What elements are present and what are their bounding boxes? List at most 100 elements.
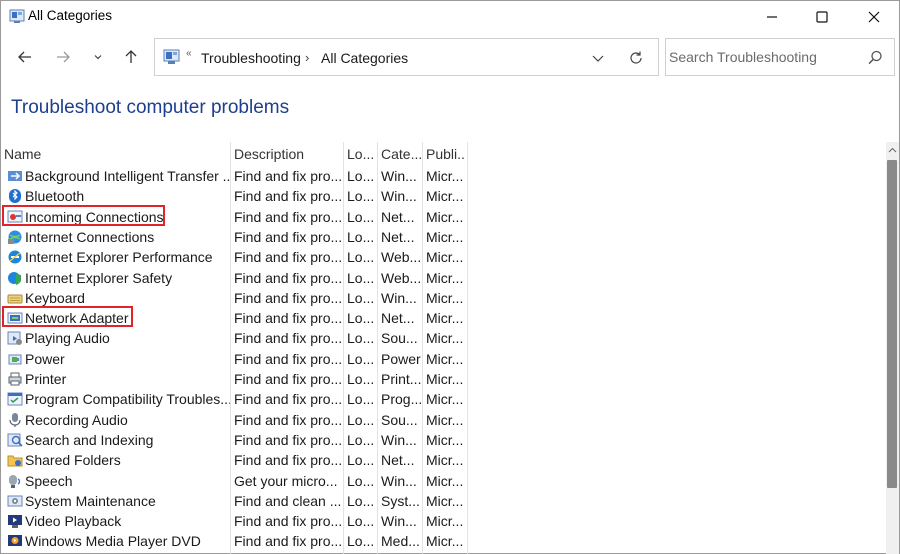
cell-description[interactable]: Find and fix pro... — [234, 531, 342, 551]
cell-publisher[interactable]: Micr... — [426, 268, 466, 288]
table-row[interactable]: Search and Indexing Find and fix pro... Lo… — [2, 430, 472, 450]
cell-name[interactable]: Keyboard — [25, 288, 230, 308]
table-row[interactable]: Recording Audio Find and fix pro... Lo... S… — [2, 410, 472, 430]
cell-publisher[interactable]: Micr... — [426, 186, 466, 206]
cell-name[interactable]: Internet Connections — [25, 227, 230, 247]
table-row[interactable]: Speech Get your micro... Lo... Win... Micr..… — [2, 471, 472, 491]
cell-name[interactable]: Video Playback — [25, 511, 230, 531]
cell-category[interactable]: Web... — [381, 247, 421, 267]
cell-category[interactable]: Med... — [381, 531, 421, 551]
cell-category[interactable]: Web... — [381, 268, 421, 288]
cell-publisher[interactable]: Micr... — [426, 491, 466, 511]
cell-name[interactable]: Internet Explorer Performance — [25, 247, 230, 267]
table-row[interactable]: Playing Audio Find and fix pro... Lo... Sou… — [2, 328, 472, 348]
refresh-button[interactable] — [626, 48, 646, 68]
cell-publisher[interactable]: Micr... — [426, 511, 466, 531]
cell-publisher[interactable]: Micr... — [426, 369, 466, 389]
cell-publisher[interactable]: Micr... — [426, 308, 466, 328]
table-row[interactable]: Printer Find and fix pro... Lo... Print... M… — [2, 369, 472, 389]
table-row[interactable]: Internet Explorer Performance Find and fi… — [2, 247, 472, 267]
breadcrumb-all-categories[interactable]: All Categories — [321, 50, 408, 66]
cell-location[interactable]: Lo... — [347, 288, 374, 308]
column-header-category[interactable]: Cate... — [381, 142, 421, 166]
cell-publisher[interactable]: Micr... — [426, 288, 466, 308]
cell-description[interactable]: Find and clean ... — [234, 491, 342, 511]
column-header-publisher[interactable]: Publi... — [426, 142, 466, 166]
cell-publisher[interactable]: Micr... — [426, 389, 466, 409]
cell-publisher[interactable]: Micr... — [426, 410, 466, 430]
scrollbar-thumb[interactable] — [887, 160, 897, 488]
cell-publisher[interactable]: Micr... — [426, 227, 466, 247]
cell-name[interactable]: Shared Folders — [25, 450, 230, 470]
cell-description[interactable]: Find and fix pro... — [234, 227, 342, 247]
cell-name[interactable]: Speech — [25, 471, 230, 491]
vertical-scrollbar[interactable] — [886, 142, 899, 554]
table-row[interactable]: Internet Connections Find and fix pro... L… — [2, 227, 472, 247]
cell-description[interactable]: Find and fix pro... — [234, 450, 342, 470]
cell-name[interactable]: Windows Media Player DVD — [25, 531, 230, 551]
cell-publisher[interactable]: Micr... — [426, 247, 466, 267]
cell-location[interactable]: Lo... — [347, 207, 374, 227]
cell-location[interactable]: Lo... — [347, 328, 374, 348]
cell-publisher[interactable]: Micr... — [426, 450, 466, 470]
cell-category[interactable]: Win... — [381, 511, 421, 531]
scroll-up-arrow-icon[interactable] — [888, 146, 897, 155]
cell-name[interactable]: Recording Audio — [25, 410, 230, 430]
search-icon[interactable] — [866, 49, 884, 67]
cell-description[interactable]: Find and fix pro... — [234, 511, 342, 531]
minimize-button[interactable] — [749, 1, 795, 33]
cell-category[interactable]: Win... — [381, 288, 421, 308]
cell-name[interactable]: Program Compatibility Troubles... — [25, 389, 230, 409]
breadcrumb-overflow[interactable]: « — [186, 48, 192, 59]
column-header-name[interactable]: Name — [4, 142, 228, 166]
cell-description[interactable]: Find and fix pro... — [234, 247, 342, 267]
cell-location[interactable]: Lo... — [347, 511, 374, 531]
cell-publisher[interactable]: Micr... — [426, 166, 466, 186]
cell-location[interactable]: Lo... — [347, 268, 374, 288]
address-dropdown-button[interactable] — [588, 48, 608, 68]
cell-location[interactable]: Lo... — [347, 450, 374, 470]
cell-location[interactable]: Lo... — [347, 491, 374, 511]
cell-name[interactable]: Background Intelligent Transfer ... — [25, 166, 230, 186]
cell-name[interactable]: Bluetooth — [25, 186, 230, 206]
cell-description[interactable]: Find and fix pro... — [234, 328, 342, 348]
cell-name[interactable]: System Maintenance — [25, 491, 230, 511]
breadcrumb-separator[interactable]: › — [305, 50, 309, 65]
cell-description[interactable]: Find and fix pro... — [234, 410, 342, 430]
table-row[interactable]: Bluetooth Find and fix pro... Lo... Win... M… — [2, 186, 472, 206]
cell-category[interactable]: Net... — [381, 227, 421, 247]
cell-category[interactable]: Sou... — [381, 328, 421, 348]
cell-category[interactable]: Win... — [381, 186, 421, 206]
cell-location[interactable]: Lo... — [347, 369, 374, 389]
cell-description[interactable]: Get your micro... — [234, 471, 342, 491]
cell-description[interactable]: Find and fix pro... — [234, 186, 342, 206]
back-button[interactable] — [13, 45, 37, 69]
cell-category[interactable]: Win... — [381, 166, 421, 186]
cell-category[interactable]: Sou... — [381, 410, 421, 430]
cell-category[interactable]: Syst... — [381, 491, 421, 511]
table-row[interactable]: Power Find and fix pro... Lo... Power Micr..… — [2, 349, 472, 369]
cell-publisher[interactable]: Micr... — [426, 328, 466, 348]
table-row[interactable]: Windows Media Player DVD Find and fix pro… — [2, 531, 472, 551]
table-row[interactable]: Program Compatibility Troubles... Find an… — [2, 389, 472, 409]
address-bar[interactable]: « Troubleshooting › All Categories — [154, 38, 659, 76]
cell-location[interactable]: Lo... — [347, 247, 374, 267]
cell-category[interactable]: Net... — [381, 450, 421, 470]
cell-description[interactable]: Find and fix pro... — [234, 288, 342, 308]
forward-button[interactable] — [51, 45, 75, 69]
recent-locations-button[interactable] — [86, 45, 110, 69]
cell-location[interactable]: Lo... — [347, 531, 374, 551]
cell-category[interactable]: Power — [381, 349, 421, 369]
column-header-location[interactable]: Lo... — [347, 142, 376, 166]
cell-name[interactable]: Search and Indexing — [25, 430, 230, 450]
cell-category[interactable]: Prog... — [381, 389, 421, 409]
table-row[interactable]: Background Intelligent Transfer ... Find … — [2, 166, 472, 186]
cell-location[interactable]: Lo... — [347, 410, 374, 430]
cell-publisher[interactable]: Micr... — [426, 430, 466, 450]
cell-category[interactable]: Net... — [381, 207, 421, 227]
cell-name[interactable]: Printer — [25, 369, 230, 389]
cell-category[interactable]: Win... — [381, 471, 421, 491]
search-input[interactable] — [669, 47, 859, 67]
table-row[interactable]: System Maintenance Find and clean ... Lo..… — [2, 491, 472, 511]
cell-description[interactable]: Find and fix pro... — [234, 268, 342, 288]
